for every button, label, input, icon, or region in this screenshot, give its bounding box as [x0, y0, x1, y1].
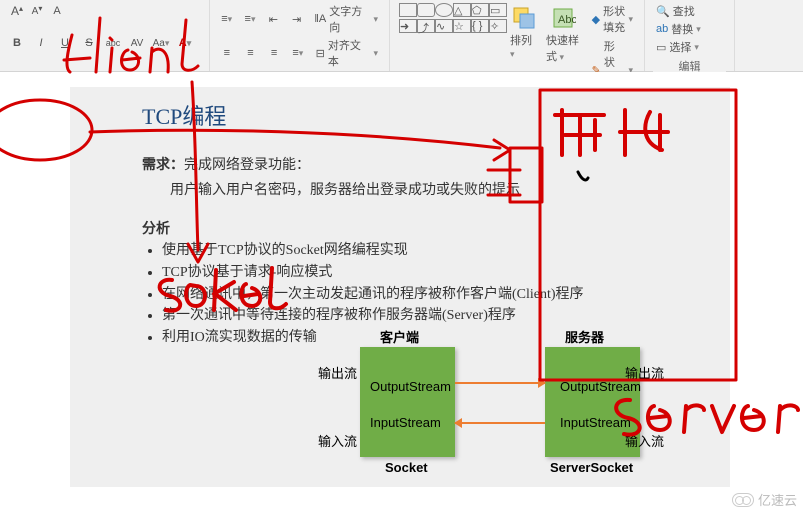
- text-direction-button[interactable]: ‖A文字方向: [311, 2, 381, 36]
- editing-group: 🔍查找 ab替换 ▭选择 编辑: [645, 0, 735, 71]
- font-grow-icon[interactable]: A▴: [8, 2, 26, 20]
- align-text-button[interactable]: ⊟对齐文本: [313, 36, 381, 70]
- ribbon: A▴ A▾ A B I U S abc AV Aa A ≡ ≡ ⇤ ⇥ ‖A文字…: [0, 0, 803, 72]
- bullets-icon[interactable]: ≡: [218, 10, 235, 28]
- clear-format-icon[interactable]: A: [48, 2, 66, 20]
- client-title: 客户端: [380, 327, 419, 346]
- bullet-item: TCP协议基于请求-响应模式: [162, 262, 702, 284]
- input-label-left: 输入流: [318, 431, 357, 450]
- watermark-text: 亿速云: [758, 490, 797, 509]
- slide-title: TCP编程: [142, 99, 702, 131]
- server-title: 服务器: [565, 327, 604, 346]
- server-socket-label: ServerSocket: [550, 460, 633, 475]
- replace-button[interactable]: ab替换: [653, 20, 726, 38]
- find-icon: 🔍: [656, 5, 670, 18]
- select-icon: ▭: [656, 41, 666, 54]
- analysis-label: 分析: [142, 217, 702, 241]
- shadow-button[interactable]: abc: [104, 34, 122, 52]
- arrange-button[interactable]: 排列: [506, 2, 542, 71]
- socket-label: Socket: [385, 460, 428, 475]
- socket-diagram: 客户端 服务器 输出流 OutputStream 输出流 OutputStrea…: [230, 327, 690, 477]
- inputstream-left: InputStream: [370, 415, 441, 430]
- indent-left-icon[interactable]: ⇤: [265, 10, 282, 28]
- quick-styles-button[interactable]: Abc 快速样式: [542, 2, 585, 71]
- align-left-icon[interactable]: ≡: [218, 44, 236, 62]
- numbering-icon[interactable]: ≡: [241, 10, 258, 28]
- watermark-icon: [732, 493, 754, 507]
- outputstream-right: OutputStream: [560, 379, 641, 394]
- strike-button[interactable]: S: [80, 34, 98, 52]
- shapes-gallery[interactable]: △ ⬠ ▭ ➜ ⤴ ∿ ☆ { } ✧: [398, 2, 506, 34]
- arrange-icon: [510, 4, 538, 32]
- shape-fill-button[interactable]: ◆形状填充: [589, 2, 636, 36]
- svg-text:Abc: Abc: [558, 14, 576, 26]
- font-group: A▴ A▾ A B I U S abc AV Aa A: [0, 0, 210, 71]
- replace-icon: ab: [656, 23, 668, 35]
- bucket-icon: ◆: [592, 13, 600, 26]
- slide-stage: TCP编程 需求：完成网络登录功能： 用户输入用户名密码，服务器给出登录成功或失…: [0, 72, 803, 513]
- italic-button[interactable]: I: [32, 34, 50, 52]
- arrow-in: [455, 422, 545, 424]
- requirement-block: 需求：完成网络登录功能： 用户输入用户名密码，服务器给出登录成功或失败的提示: [142, 153, 702, 203]
- font-group-label: [8, 66, 201, 71]
- bullet-item: 第一次通讯中等待连接的程序被称作服务器端(Server)程序: [162, 305, 702, 327]
- font-color-button[interactable]: A: [176, 34, 194, 52]
- input-label-right: 输入流: [625, 431, 664, 450]
- slide[interactable]: TCP编程 需求：完成网络登录功能： 用户输入用户名密码，服务器给出登录成功或失…: [70, 87, 730, 487]
- quick-styles-icon: Abc: [549, 4, 577, 32]
- underline-button[interactable]: U: [56, 34, 74, 52]
- paragraph-group: ≡ ≡ ⇤ ⇥ ‖A文字方向 ≡ ≡ ≡ ≡ ⊟对齐文本 ▤ ▣转换为 Smar…: [210, 0, 390, 71]
- find-button[interactable]: 🔍查找: [653, 2, 726, 20]
- change-case-button[interactable]: Aa: [152, 34, 170, 52]
- arrow-out: [455, 382, 545, 384]
- line-spacing-icon[interactable]: ≡: [289, 44, 307, 62]
- bullet-item: 在网络通讯中，第一次主动发起通讯的程序被称作客户端(Client)程序: [162, 284, 702, 306]
- indent-right-icon[interactable]: ⇥: [288, 10, 305, 28]
- outputstream-left: OutputStream: [370, 379, 451, 394]
- watermark: 亿速云: [732, 490, 797, 509]
- align-center-icon[interactable]: ≡: [242, 44, 260, 62]
- req-detail: 用户输入用户名密码，服务器给出登录成功或失败的提示: [170, 178, 520, 202]
- spacing-button[interactable]: AV: [128, 34, 146, 52]
- drawing-group: △ ⬠ ▭ ➜ ⤴ ∿ ☆ { } ✧ 绘图 排列 Abc 快速样式 ◆形状填充…: [390, 0, 645, 71]
- font-shrink-icon[interactable]: A▾: [28, 2, 46, 20]
- bold-button[interactable]: B: [8, 34, 26, 52]
- inputstream-right: InputStream: [560, 415, 631, 430]
- output-label-left: 输出流: [318, 363, 357, 382]
- req-text: 完成网络登录功能：: [184, 156, 310, 172]
- select-button[interactable]: ▭选择: [653, 38, 726, 56]
- req-label: 需求：: [142, 156, 184, 172]
- bullet-item: 使用基于TCP协议的Socket网络编程实现: [162, 240, 702, 262]
- client-box: [360, 347, 455, 457]
- align-right-icon[interactable]: ≡: [265, 44, 283, 62]
